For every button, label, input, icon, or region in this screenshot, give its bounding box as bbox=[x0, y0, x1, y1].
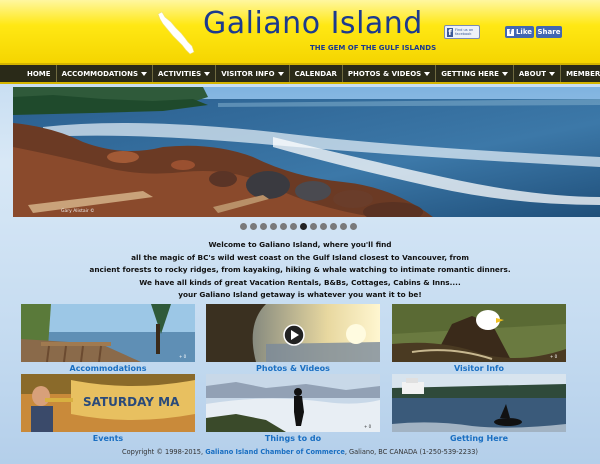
welcome-line: ancient forests to rocky ridges, from ka… bbox=[89, 265, 511, 275]
nav-item-label: MEMBER LOGIN bbox=[566, 69, 600, 78]
slide-dot[interactable] bbox=[250, 223, 257, 230]
slide-dot[interactable] bbox=[260, 223, 267, 230]
site-header: Galiano Island THE GEM OF THE GULF ISLAN… bbox=[0, 0, 600, 63]
nav-item-label: CALENDAR bbox=[294, 69, 337, 78]
visitor-info-link[interactable]: Visitor Info bbox=[392, 364, 566, 373]
accommodations-tile[interactable]: + 0 bbox=[21, 304, 195, 362]
slide-dot[interactable] bbox=[320, 223, 327, 230]
getting-here-image bbox=[392, 374, 566, 432]
things-to-do-link[interactable]: Things to do bbox=[206, 434, 380, 443]
things-to-do-image: + 0 bbox=[206, 374, 380, 432]
footer-address: , Galiano, BC CANADA (1-250-539-2233) bbox=[344, 448, 478, 456]
welcome-line: your Galiano Island getaway is whatever … bbox=[178, 290, 422, 300]
nav-item-label: PHOTOS & VIDEOS bbox=[347, 69, 422, 78]
facebook-find-text: Find us on facebook bbox=[455, 28, 474, 36]
slide-dot[interactable] bbox=[290, 223, 297, 230]
svg-text:+ 0: + 0 bbox=[179, 354, 187, 359]
site-tagline: THE GEM OF THE GULF ISLANDS bbox=[310, 44, 437, 52]
slideshow-pager bbox=[240, 223, 357, 230]
copyright-text: Copyright © 1998-2015, bbox=[122, 448, 204, 456]
slide-dot[interactable] bbox=[350, 223, 357, 230]
facebook-like-button[interactable]: f Like bbox=[505, 26, 534, 38]
chevron-down-icon bbox=[204, 71, 211, 76]
nav-item-calendar[interactable]: CALENDAR bbox=[290, 65, 343, 82]
welcome-line: We have all kinds of great Vacation Rent… bbox=[139, 277, 461, 287]
nav-item-label: HOME bbox=[27, 69, 51, 78]
main-nav: HOME ACCOMMODATIONS ACTIVITIES VISITOR INFO… bbox=[0, 63, 600, 84]
nav-item-activities[interactable]: ACTIVITIES bbox=[153, 65, 217, 82]
nav-item-visitor-info[interactable]: VISITOR INFO bbox=[216, 65, 290, 82]
footer: Copyright © 1998-2015, Galiano Island Ch… bbox=[0, 448, 600, 456]
accommodations-image: + 0 bbox=[21, 304, 195, 362]
nav-item-label: ABOUT bbox=[518, 69, 547, 78]
slide-dot[interactable] bbox=[340, 223, 347, 230]
facebook-icon: f bbox=[447, 27, 454, 37]
events-link[interactable]: Events bbox=[21, 434, 195, 443]
facebook-icon: f bbox=[506, 28, 514, 36]
welcome-line: all the magic of BC's wild west coast on… bbox=[131, 252, 469, 262]
nav-item-member-login[interactable]: MEMBER LOGIN bbox=[561, 65, 600, 82]
slide-dot[interactable] bbox=[300, 223, 307, 230]
svg-text:+ 0: + 0 bbox=[550, 354, 558, 359]
accommodations-link[interactable]: Accommodations bbox=[21, 364, 195, 373]
hero-slideshow[interactable]: Gary Alistair © bbox=[13, 87, 600, 217]
slide-dot[interactable] bbox=[330, 223, 337, 230]
chevron-down-icon bbox=[141, 71, 148, 76]
video-play-icon[interactable] bbox=[283, 324, 305, 346]
photo-credit: Gary Alistair © bbox=[61, 209, 95, 214]
nav-item-about[interactable]: ABOUT bbox=[514, 65, 562, 82]
nav-item-home[interactable]: HOME bbox=[22, 65, 57, 82]
like-label: Like bbox=[515, 28, 533, 36]
facebook-find-us-badge[interactable]: f Find us on facebook bbox=[444, 25, 480, 39]
welcome-line: Welcome to Galiano Island, where you'll … bbox=[208, 240, 392, 249]
svg-text:+ 0: + 0 bbox=[364, 424, 372, 429]
getting-here-link[interactable]: Getting Here bbox=[392, 434, 566, 443]
nav-item-label: ACTIVITIES bbox=[158, 69, 202, 78]
nav-item-label: ACCOMMODATIONS bbox=[61, 69, 139, 78]
chevron-down-icon bbox=[549, 71, 556, 76]
things-to-do-tile[interactable]: + 0 bbox=[206, 374, 380, 432]
slide-dot[interactable] bbox=[310, 223, 317, 230]
slide-dot[interactable] bbox=[270, 223, 277, 230]
photos-videos-tile[interactable] bbox=[206, 304, 380, 362]
photos-videos-link[interactable]: Photos & Videos bbox=[206, 364, 380, 373]
visitor-info-image: + 0 bbox=[392, 304, 566, 362]
nav-item-label: VISITOR INFO bbox=[221, 69, 275, 78]
nav-item-label: GETTING HERE bbox=[441, 69, 499, 78]
welcome-text: Welcome to Galiano Island, where you'll … bbox=[60, 239, 540, 302]
island-logo-icon[interactable] bbox=[150, 8, 200, 58]
getting-here-tile[interactable] bbox=[392, 374, 566, 432]
chevron-down-icon bbox=[501, 71, 508, 76]
chamber-of-commerce-link[interactable]: Galiano Island Chamber of Commerce bbox=[205, 448, 345, 456]
nav-item-photos-videos[interactable]: PHOTOS & VIDEOS bbox=[343, 65, 437, 82]
visitor-info-tile[interactable]: + 0 bbox=[392, 304, 566, 362]
site-title[interactable]: Galiano Island bbox=[203, 6, 423, 41]
slide-dot[interactable] bbox=[280, 223, 287, 230]
facebook-share-button[interactable]: Share bbox=[536, 26, 562, 38]
slide-dot[interactable] bbox=[240, 223, 247, 230]
events-banner-text: SATURDAY MA bbox=[83, 395, 180, 409]
chevron-down-icon bbox=[424, 71, 431, 76]
hero-image bbox=[13, 87, 600, 217]
nav-menu: HOME ACCOMMODATIONS ACTIVITIES VISITOR INFO… bbox=[22, 65, 600, 82]
events-image: SATURDAY MA bbox=[21, 374, 195, 432]
nav-item-getting-here[interactable]: GETTING HERE bbox=[436, 65, 514, 82]
nav-item-accommodations[interactable]: ACCOMMODATIONS bbox=[57, 65, 154, 82]
events-tile[interactable]: SATURDAY MA bbox=[21, 374, 195, 432]
chevron-down-icon bbox=[277, 71, 284, 76]
